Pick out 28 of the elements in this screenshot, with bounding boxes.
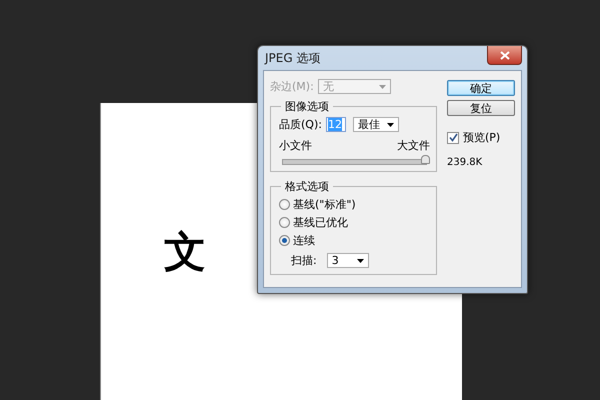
- small-file-label: 小文件: [279, 138, 312, 153]
- file-size-text: 239.8K: [447, 157, 484, 168]
- dropdown-caret-icon: [378, 84, 386, 88]
- quality-label: 品质(Q):: [279, 117, 322, 132]
- preview-label[interactable]: 预览(P): [463, 130, 500, 145]
- window-title: JPEG 选项: [263, 50, 320, 66]
- scan-dropdown[interactable]: 3: [326, 253, 369, 268]
- canvas-text: 文: [164, 231, 208, 273]
- close-icon: [500, 50, 510, 60]
- radio-label[interactable]: 连续: [293, 233, 315, 248]
- matte-label: 杂边(M):: [270, 79, 314, 94]
- dropdown-caret-icon: [356, 258, 364, 262]
- radio-button[interactable]: [279, 235, 290, 246]
- dialog-button[interactable]: 复位: [447, 100, 515, 116]
- group-title: 图像选项: [281, 99, 333, 114]
- group-title: 格式选项: [281, 179, 333, 194]
- close-button[interactable]: [487, 46, 522, 65]
- radio-label[interactable]: 基线("标准"): [293, 197, 356, 212]
- scan-label: 扫描:: [291, 253, 317, 268]
- slider-thumb[interactable]: [421, 155, 430, 164]
- quality-dropdown[interactable]: 最佳: [352, 117, 399, 132]
- dialog-button[interactable]: 确定: [447, 80, 515, 96]
- preview-checkbox[interactable]: [447, 132, 459, 144]
- radio-button[interactable]: [279, 199, 290, 210]
- dropdown-caret-icon: [386, 122, 394, 126]
- radio-label[interactable]: 基线已优化: [293, 215, 348, 230]
- large-file-label: 大文件: [397, 138, 430, 153]
- radio-button[interactable]: [279, 217, 290, 228]
